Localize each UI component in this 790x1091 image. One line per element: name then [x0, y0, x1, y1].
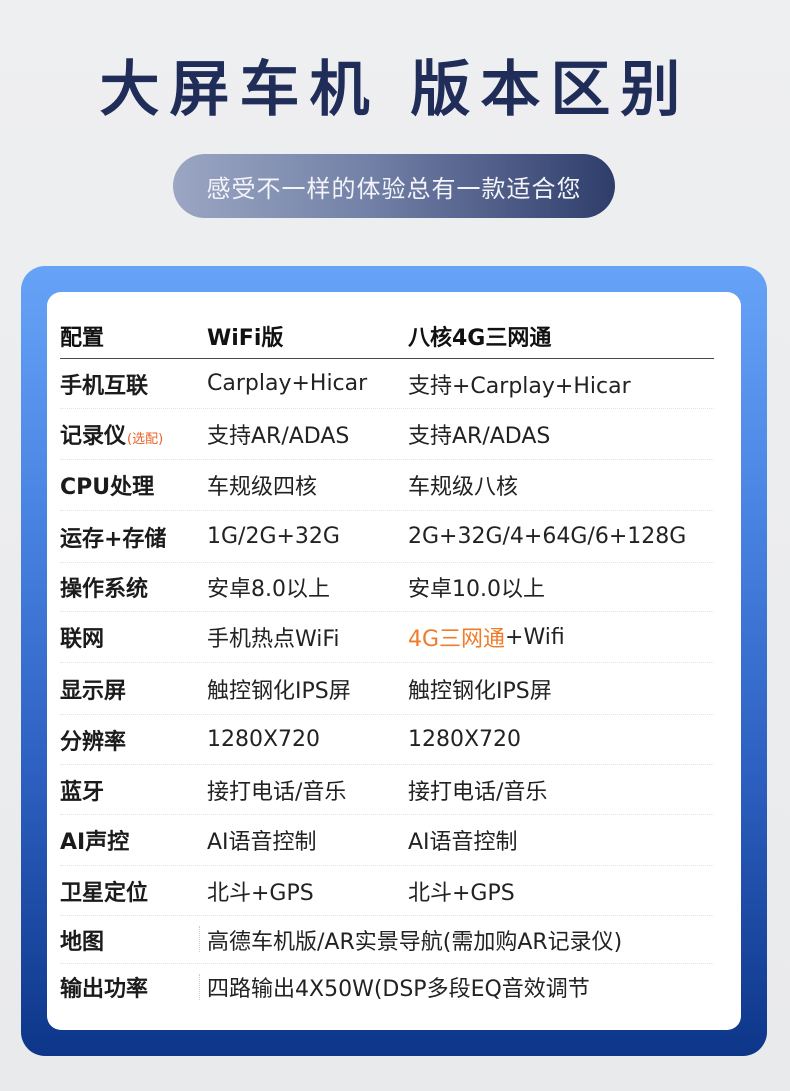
wifi-value: 车规级四核 — [207, 475, 318, 500]
column-divider — [199, 974, 200, 1000]
feature-label: 蓝牙 — [60, 779, 105, 805]
comparison-table-card: 配置 WiFi版 八核4G三网通 手机互联 Carplay+Hicar 支持+C… — [47, 292, 741, 1030]
g4-value: 2G+32G/4+64G/6+128G — [408, 524, 687, 549]
wifi-value: 北斗+GPS — [207, 880, 314, 906]
wifi-value: 1G/2G+32G — [207, 524, 340, 549]
header-4g-version: 八核4G三网通 — [408, 326, 552, 351]
feature-label: 分辨率 — [60, 729, 127, 755]
header-wifi-version: WiFi版 — [207, 326, 284, 351]
g4-value: 支持AR/ADAS — [408, 424, 551, 449]
wifi-value: 支持AR/ADAS — [207, 424, 350, 449]
g4-value: 车规级八核 — [408, 475, 519, 500]
wifi-value: 手机热点WiFi — [207, 627, 340, 652]
optional-note: (选配) — [127, 431, 164, 447]
table-row: 记录仪 (选配) 支持AR/ADAS 支持AR/ADAS — [60, 409, 714, 460]
wifi-value: 触控钢化IPS屏 — [207, 678, 351, 704]
merged-value: 四路输出4X50W(DSP多段EQ音效调节 — [207, 977, 590, 1002]
feature-label: 输出功率 — [60, 977, 149, 1002]
feature-label: CPU处理 — [60, 475, 155, 500]
feature-label: 地图 — [60, 929, 105, 955]
wifi-value: Carplay+Hicar — [207, 371, 368, 396]
table-row: 手机互联 Carplay+Hicar 支持+Carplay+Hicar — [60, 359, 714, 409]
feature-label: 操作系统 — [60, 577, 149, 602]
feature-label: 记录仪 (选配) — [60, 409, 163, 459]
feature-label: 联网 — [60, 627, 105, 652]
feature-label: 运存+存储 — [60, 526, 167, 552]
g4-value: 接打电话/音乐 — [408, 779, 548, 805]
table-row: 地图 高德车机版/AR实景导航(需加购AR记录仪) — [60, 916, 714, 964]
feature-label: 手机互联 — [60, 373, 149, 399]
wifi-value: 接打电话/音乐 — [207, 779, 347, 805]
wifi-value: 安卓8.0以上 — [207, 577, 330, 602]
table-row: 卫星定位 北斗+GPS 北斗+GPS — [60, 866, 714, 916]
g4-value: 触控钢化IPS屏 — [408, 678, 552, 704]
page-title: 大屏车机 版本区别 — [99, 55, 691, 125]
wifi-value: 1280X720 — [207, 727, 321, 752]
merged-value: 高德车机版/AR实景导航(需加购AR记录仪) — [207, 929, 623, 955]
table-row: 联网 手机热点WiFi 4G三网通 +Wifi — [60, 612, 714, 663]
column-divider — [199, 926, 200, 952]
g4-value: 支持+Carplay+Hicar — [408, 373, 631, 399]
table-row: 运存+存储 1G/2G+32G 2G+32G/4+64G/6+128G — [60, 511, 714, 563]
feature-label: AI声控 — [60, 830, 130, 855]
g4-value: 4G三网通 +Wifi — [408, 612, 565, 662]
table-header-row: 配置 WiFi版 八核4G三网通 — [60, 314, 714, 359]
g4-value: 1280X720 — [408, 727, 522, 752]
highlight-4g-text: 4G三网通 — [408, 627, 506, 652]
comparison-table: 配置 WiFi版 八核4G三网通 手机互联 Carplay+Hicar 支持+C… — [47, 292, 741, 1030]
header-config: 配置 — [60, 326, 105, 351]
table-row: 显示屏 触控钢化IPS屏 触控钢化IPS屏 — [60, 663, 714, 715]
table-row: 操作系统 安卓8.0以上 安卓10.0以上 — [60, 563, 714, 612]
feature-label: 显示屏 — [60, 678, 127, 704]
table-row: AI声控 AI语音控制 AI语音控制 — [60, 815, 714, 866]
g4-value-suffix: +Wifi — [505, 624, 565, 650]
table-row: CPU处理 车规级四核 车规级八核 — [60, 460, 714, 511]
feature-label-text: 记录仪 — [60, 424, 127, 449]
table-row: 分辨率 1280X720 1280X720 — [60, 715, 714, 765]
g4-value: AI语音控制 — [408, 830, 518, 855]
subtitle-banner: 感受不一样的体验总有一款适合您 — [173, 154, 615, 218]
wifi-value: AI语音控制 — [207, 830, 317, 855]
g4-value: 安卓10.0以上 — [408, 577, 545, 602]
g4-value: 北斗+GPS — [408, 880, 515, 906]
table-row: 输出功率 四路输出4X50W(DSP多段EQ音效调节 — [60, 964, 714, 1010]
table-row: 蓝牙 接打电话/音乐 接打电话/音乐 — [60, 765, 714, 815]
feature-label: 卫星定位 — [60, 880, 149, 906]
subtitle-text: 感受不一样的体验总有一款适合您 — [206, 174, 582, 203]
